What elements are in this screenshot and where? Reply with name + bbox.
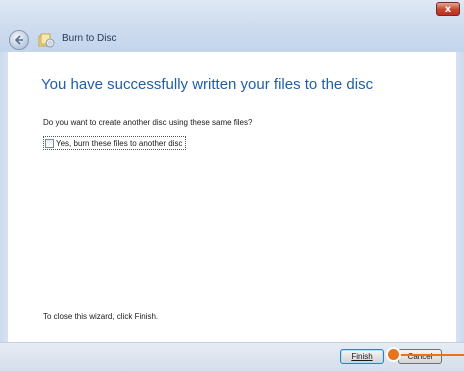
window-frame-left [0,52,8,342]
question-text: Do you want to create another disc using… [43,118,253,127]
finish-button-label: Finish [351,352,373,361]
window-title: Burn to Disc [62,33,117,44]
finish-button[interactable]: Finish [340,349,384,364]
cancel-button[interactable]: Cancel [398,349,442,364]
burn-another-disc-checkbox[interactable]: Yes, burn these files to another disc [43,136,187,150]
callout-marker [386,347,401,362]
back-button[interactable] [9,30,29,50]
window-frame-right [456,52,464,342]
callout-line [393,354,464,356]
burn-to-disc-window: x Burn to Disc You have successfully wri… [0,0,464,371]
page-title: You have successfully written your files… [41,76,374,93]
burn-disc-icon [38,33,55,48]
title-bar [0,0,464,52]
wizard-content: You have successfully written your files… [8,52,456,342]
checkbox-label[interactable]: Yes, burn these files to another disc [56,139,182,148]
checkbox-box[interactable] [45,138,54,148]
back-arrow-icon [14,35,23,45]
close-button[interactable]: x [436,2,460,16]
close-instruction-text: To close this wizard, click Finish. [43,312,159,321]
close-icon: x [444,4,452,15]
